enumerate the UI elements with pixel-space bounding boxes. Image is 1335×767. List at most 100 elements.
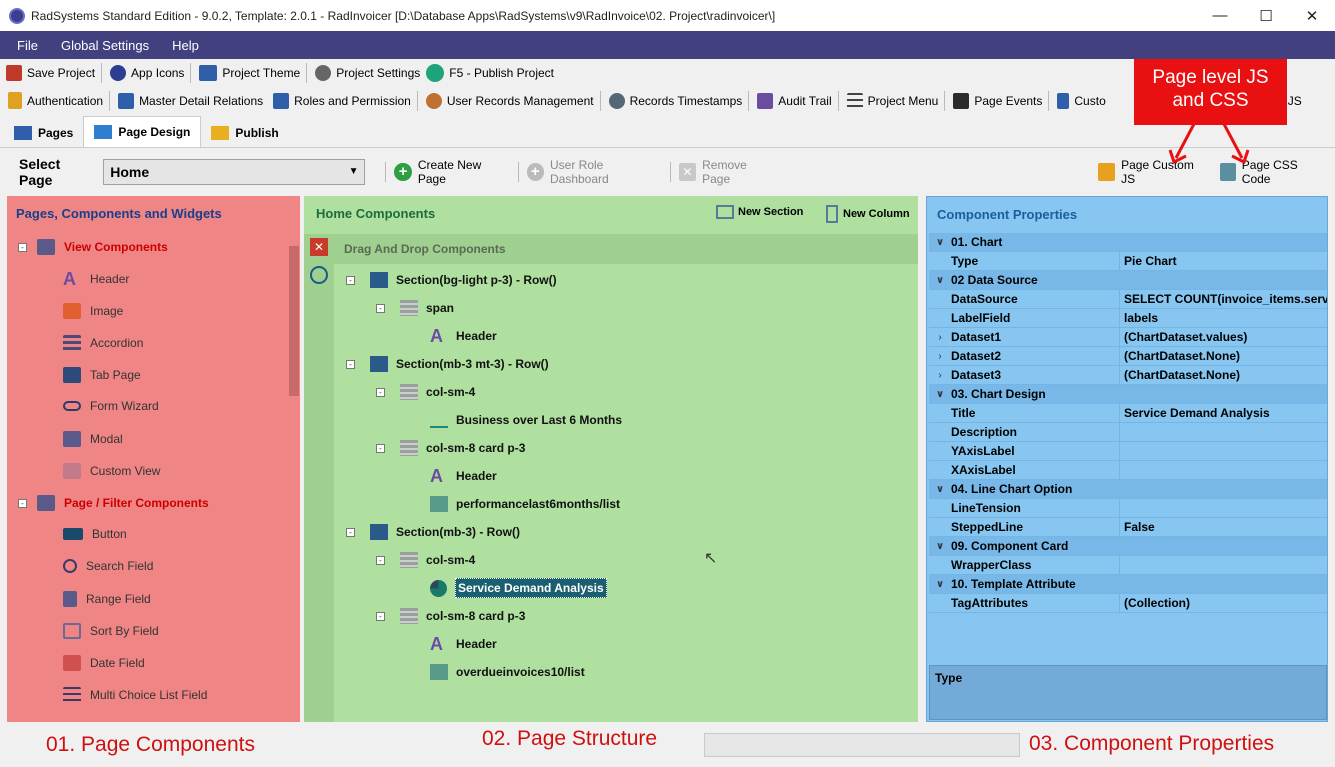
component-sort-by-field[interactable]: Sort By Field bbox=[63, 623, 159, 639]
new-section-button[interactable]: New Section bbox=[716, 205, 803, 219]
property-category[interactable]: ∨ 10. Template Attribute bbox=[929, 575, 1327, 594]
chevron-down-icon[interactable]: ∨ bbox=[929, 484, 951, 495]
roles-permission-button[interactable]: Roles and Permission bbox=[273, 92, 411, 109]
property-category[interactable]: ∨ 03. Chart Design bbox=[929, 385, 1327, 404]
js-button[interactable]: JS bbox=[1288, 94, 1302, 108]
property-row[interactable]: › Dataset3 (ChartDataset.None) bbox=[929, 365, 1327, 385]
property-row[interactable]: YAxisLabel bbox=[929, 441, 1327, 461]
chevron-down-icon[interactable]: ∨ bbox=[929, 237, 951, 248]
component-range-field[interactable]: Range Field bbox=[63, 591, 151, 607]
collapse-toggle[interactable]: - bbox=[376, 304, 385, 313]
collapse-toggle[interactable]: - bbox=[346, 276, 355, 285]
user-role-dashboard-button[interactable]: + User Role Dashboard bbox=[526, 158, 662, 186]
property-row[interactable]: SteppedLine False bbox=[929, 517, 1327, 537]
user-records-management-button[interactable]: User Records Management bbox=[425, 92, 594, 109]
property-row[interactable]: TagAttributes (Collection) bbox=[929, 593, 1327, 613]
property-value[interactable]: (ChartDataset.None) bbox=[1119, 346, 1327, 366]
component-date-field[interactable]: Date Field bbox=[63, 655, 145, 671]
custom-button[interactable]: Custo bbox=[1057, 92, 1106, 109]
property-value[interactable] bbox=[1119, 460, 1327, 480]
tree-node-header[interactable]: A Header bbox=[430, 467, 497, 485]
collapse-toggle[interactable]: - bbox=[346, 528, 355, 537]
delete-icon[interactable]: ✕ bbox=[310, 238, 328, 256]
property-row[interactable]: › Dataset1 (ChartDataset.values) bbox=[929, 327, 1327, 347]
component-modal[interactable]: Modal bbox=[63, 431, 123, 447]
tab-pages[interactable]: Pages bbox=[4, 119, 83, 147]
property-value[interactable]: False bbox=[1119, 517, 1327, 537]
collapse-toggle[interactable]: - bbox=[376, 388, 385, 397]
property-category[interactable]: ∨ 02 Data Source bbox=[929, 271, 1327, 290]
property-row[interactable]: › Dataset2 (ChartDataset.None) bbox=[929, 346, 1327, 366]
collapse-toggle[interactable]: - bbox=[346, 360, 355, 369]
property-row[interactable]: Description bbox=[929, 422, 1327, 442]
page-select-dropdown[interactable]: Home ▼ bbox=[103, 158, 366, 185]
collapse-toggle[interactable]: - bbox=[18, 499, 27, 508]
component-multi-choice-list-field[interactable]: Multi Choice List Field bbox=[63, 687, 207, 703]
property-row[interactable]: WrapperClass bbox=[929, 555, 1327, 575]
menu-file[interactable]: File bbox=[17, 38, 38, 53]
tab-page-design[interactable]: Page Design bbox=[83, 116, 202, 147]
tab-publish[interactable]: Publish bbox=[201, 119, 288, 147]
property-row[interactable]: Title Service Demand Analysis bbox=[929, 403, 1327, 423]
collapse-toggle[interactable]: - bbox=[376, 612, 385, 621]
component-header[interactable]: A Header bbox=[63, 270, 129, 288]
chevron-down-icon[interactable]: ∨ bbox=[929, 579, 951, 590]
tree-node-section[interactable]: Section(mb-3 mt-3) - Row() bbox=[370, 356, 549, 372]
property-value[interactable]: labels bbox=[1119, 308, 1327, 328]
component-image[interactable]: Image bbox=[63, 303, 123, 319]
property-row[interactable]: DataSource SELECT COUNT(invoice_items.ser… bbox=[929, 289, 1327, 309]
group-view-components[interactable]: View Components bbox=[37, 239, 168, 255]
audit-trail-button[interactable]: Audit Trail bbox=[757, 92, 832, 109]
component-search-field[interactable]: Search Field bbox=[63, 559, 153, 573]
tree-node-section[interactable]: Section(bg-light p-3) - Row() bbox=[370, 272, 557, 288]
tree-node-column[interactable]: col-sm-8 card p-3 bbox=[400, 608, 525, 624]
menu-help[interactable]: Help bbox=[172, 38, 199, 53]
tree-node-chart[interactable]: Business over Last 6 Months bbox=[430, 412, 622, 428]
property-value[interactable]: SELECT COUNT(invoice_items.servic bbox=[1119, 289, 1327, 309]
authentication-button[interactable]: Authentication bbox=[8, 92, 103, 109]
component-custom-view[interactable]: Custom View bbox=[63, 463, 160, 479]
property-category[interactable]: ∨ 01. Chart bbox=[929, 233, 1327, 252]
tree-node-column[interactable]: col-sm-4 bbox=[400, 552, 475, 568]
property-value[interactable] bbox=[1119, 422, 1327, 442]
property-value[interactable]: (ChartDataset.None) bbox=[1119, 365, 1327, 385]
tree-node-selected-chart[interactable]: Service Demand Analysis bbox=[430, 578, 607, 598]
project-menu-button[interactable]: Project Menu bbox=[846, 92, 938, 109]
remove-page-button[interactable]: ✕ Remove Page bbox=[678, 158, 776, 186]
new-column-button[interactable]: New Column bbox=[826, 205, 910, 223]
property-category[interactable]: ∨ 04. Line Chart Option bbox=[929, 480, 1327, 499]
tree-node-header[interactable]: A Header bbox=[430, 635, 497, 653]
property-category[interactable]: ∨ 09. Component Card bbox=[929, 537, 1327, 556]
component-form-wizard[interactable]: Form Wizard bbox=[63, 399, 159, 413]
collapse-toggle[interactable]: - bbox=[376, 444, 385, 453]
collapse-toggle[interactable]: - bbox=[376, 556, 385, 565]
tree-node-list[interactable]: overdueinvoices10/list bbox=[430, 664, 585, 680]
property-row[interactable]: Type Pie Chart bbox=[929, 251, 1327, 271]
tree-node-column[interactable]: col-sm-4 bbox=[400, 384, 475, 400]
tree-node-column[interactable]: col-sm-8 card p-3 bbox=[400, 440, 525, 456]
chevron-down-icon[interactable]: ∨ bbox=[929, 275, 951, 286]
project-settings-button[interactable]: Project Settings bbox=[315, 64, 420, 81]
property-grid[interactable]: ∨ 01. Chart Type Pie Chart ∨ 02 Data Source Da… bbox=[929, 233, 1327, 661]
component-tab-page[interactable]: Tab Page bbox=[63, 367, 141, 383]
property-row[interactable]: LabelField labels bbox=[929, 308, 1327, 328]
tree-node-column[interactable]: span bbox=[400, 300, 454, 316]
tree-node-header[interactable]: A Header bbox=[430, 327, 497, 345]
property-value[interactable]: Service Demand Analysis bbox=[1119, 403, 1327, 423]
save-project-button[interactable]: Save Project bbox=[6, 64, 95, 81]
property-value[interactable]: (ChartDataset.values) bbox=[1119, 327, 1327, 347]
component-button[interactable]: Button bbox=[63, 527, 127, 541]
drag-drop-area[interactable]: Drag And Drop Components bbox=[334, 234, 918, 264]
component-accordion[interactable]: Accordion bbox=[63, 335, 143, 351]
master-detail-relations-button[interactable]: Master Detail Relations bbox=[118, 92, 263, 109]
scrollbar[interactable] bbox=[288, 234, 300, 722]
page-events-button[interactable]: Page Events bbox=[953, 92, 1042, 109]
property-row[interactable]: XAxisLabel bbox=[929, 460, 1327, 480]
menu-global-settings[interactable]: Global Settings bbox=[61, 38, 149, 53]
maximize-icon[interactable]: ☐ bbox=[1243, 0, 1289, 31]
property-value[interactable] bbox=[1119, 498, 1327, 518]
property-value[interactable] bbox=[1119, 555, 1327, 575]
tree-node-section[interactable]: Section(mb-3) - Row() bbox=[370, 524, 520, 540]
app-icons-button[interactable]: App Icons bbox=[110, 64, 184, 81]
collapse-toggle[interactable]: - bbox=[18, 243, 27, 252]
